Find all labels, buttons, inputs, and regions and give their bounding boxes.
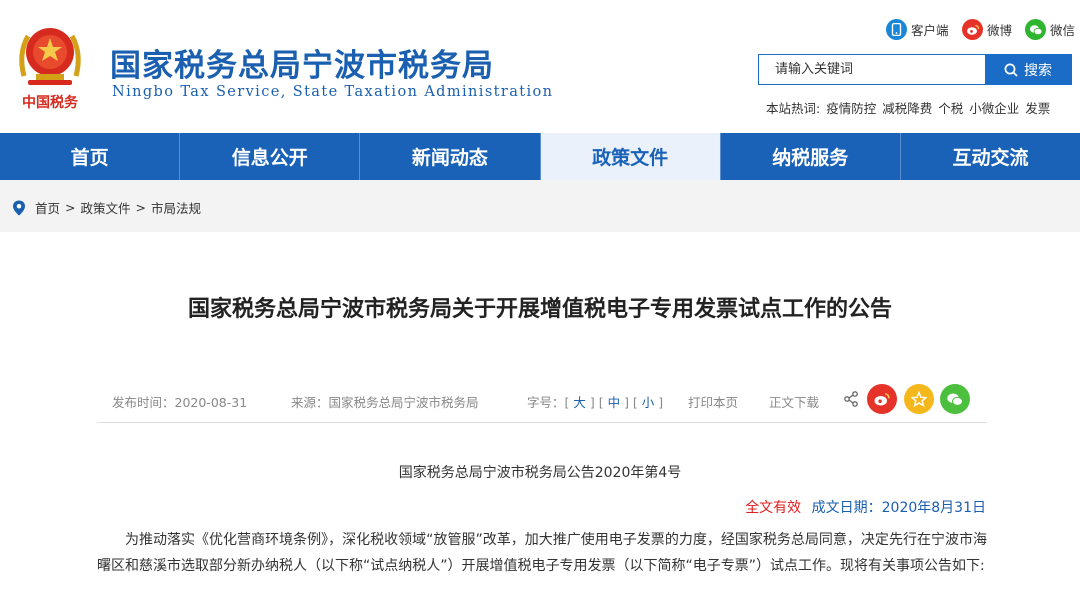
nav-item-interaction[interactable]: 互动交流 — [901, 133, 1080, 180]
wechat-label: 微信 — [1050, 23, 1076, 38]
location-pin-icon — [13, 200, 25, 215]
article-body-paragraph: 为推动落实《优化营商环境条例》，深化税收领域“放管服”改革，加大推广使用电子发票… — [97, 532, 987, 574]
tax-emblem-logo[interactable]: 中国税务 — [14, 14, 86, 114]
font-size-large-button[interactable]: 大 — [573, 395, 586, 410]
main-nav: 首页 信息公开 新闻动态 政策文件 纳税服务 互动交流 — [0, 133, 1080, 180]
publish-time: 发布时间：2020-08-31 — [112, 395, 248, 410]
hot-word-link[interactable]: 小微企业 — [969, 101, 1019, 116]
breadcrumb-home[interactable]: 首页 — [35, 198, 60, 217]
wechat-icon — [1025, 19, 1046, 40]
share-wechat-button[interactable] — [940, 384, 970, 414]
breadcrumb-current[interactable]: 市局法规 — [151, 198, 201, 217]
client-app-link[interactable]: 客户端 — [886, 19, 949, 40]
nav-item-policy-documents[interactable]: 政策文件 — [540, 133, 721, 180]
search-button-label: 搜索 — [1024, 62, 1052, 79]
share-icon[interactable] — [843, 391, 859, 407]
site-title[interactable]: 国家税务总局宁波市税务局 — [110, 40, 494, 85]
breadcrumb-policy[interactable]: 政策文件 — [81, 198, 131, 217]
download-text-button[interactable]: 正文下载 — [769, 392, 819, 411]
mobile-app-icon — [886, 19, 907, 40]
font-size-small-button[interactable]: 小 — [642, 395, 655, 410]
favorite-button[interactable] — [904, 384, 934, 414]
breadcrumb-bar: 首页 > 政策文件 > 市局法规 — [0, 180, 1080, 232]
nav-item-info-disclosure[interactable]: 信息公开 — [180, 133, 361, 180]
site-subtitle: Ningbo Tax Service, State Taxation Admin… — [112, 84, 554, 100]
weibo-label: 微博 — [987, 23, 1013, 38]
font-size-controls: 字号：[ 大 ] [ 中 ] [ 小 ] — [527, 395, 664, 410]
search-button[interactable]: 搜索 — [985, 55, 1071, 84]
print-page-button[interactable]: 打印本页 — [688, 392, 738, 411]
font-size-medium-button[interactable]: 中 — [608, 395, 621, 410]
breadcrumb: 首页 > 政策文件 > 市局法规 — [12, 198, 201, 217]
search-icon — [1004, 63, 1018, 77]
nav-item-news[interactable]: 新闻动态 — [360, 133, 541, 180]
issue-date: 成文日期：2020年8月31日 — [811, 500, 986, 516]
nav-item-home[interactable]: 首页 — [0, 133, 181, 180]
nav-item-tax-services[interactable]: 纳税服务 — [721, 133, 901, 180]
hot-word-link[interactable]: 疫情防控 — [826, 101, 876, 116]
weibo-link[interactable]: 微博 — [962, 19, 1012, 40]
site-search: 搜索 — [758, 54, 1072, 85]
wechat-link[interactable]: 微信 — [1025, 19, 1075, 40]
weibo-icon — [874, 392, 890, 405]
search-input[interactable] — [759, 55, 985, 84]
hot-word-link[interactable]: 发票 — [1025, 101, 1050, 116]
article-source: 来源：国家税务总局宁波市税务局 — [291, 395, 479, 410]
breadcrumb-separator: > — [65, 200, 76, 215]
meta-divider — [97, 422, 987, 423]
weibo-icon — [962, 19, 983, 40]
validity-info: 全文有效 成文日期：2020年8月31日 — [745, 497, 986, 517]
client-app-label: 客户端 — [911, 23, 949, 38]
hot-words: 本站热词: 疫情防控 减税降费 个税 小微企业 发票 — [766, 98, 1052, 117]
article-title: 国家税务总局宁波市税务局关于开展增值税电子专用发票试点工作的公告 — [187, 297, 892, 322]
font-size-label: 字号： — [527, 395, 565, 410]
breadcrumb-separator: > — [135, 200, 146, 215]
document-number: 国家税务总局宁波市税务局公告2020年第4号 — [398, 465, 682, 481]
wechat-icon — [947, 393, 963, 406]
hot-words-label: 本站热词: — [766, 101, 821, 116]
validity-status: 全文有效 — [745, 500, 802, 516]
hot-word-link[interactable]: 个税 — [938, 101, 963, 116]
hot-word-link[interactable]: 减税降费 — [882, 101, 932, 116]
emblem-caption: 中国税务 — [22, 94, 79, 111]
star-icon — [911, 391, 927, 407]
share-weibo-button[interactable] — [867, 384, 897, 414]
site-header: 中国税务 国家税务总局宁波市税务局 Ningbo Tax Service, St… — [0, 0, 1080, 133]
